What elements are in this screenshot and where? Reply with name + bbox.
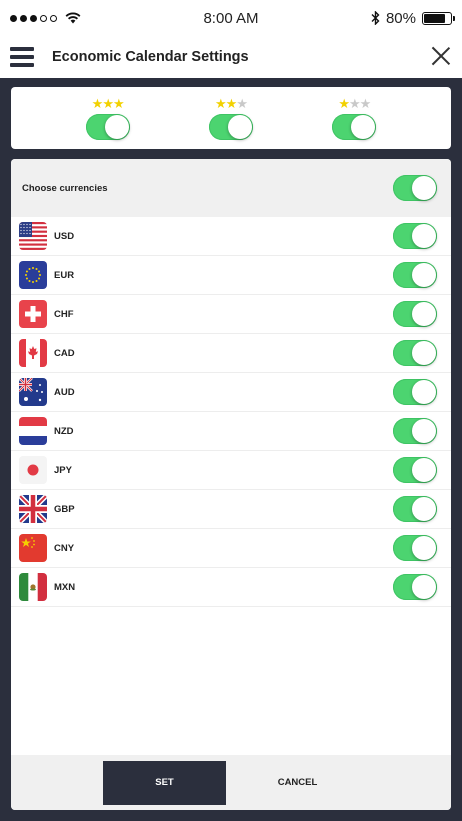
mx-flag-icon	[19, 573, 47, 601]
currency-list: USD EUR CHF CAD AUD NZD JPY GBP CNY MXN	[11, 217, 451, 607]
menu-icon[interactable]	[10, 47, 34, 67]
ch-flag-icon	[19, 300, 47, 328]
impact-2-toggle[interactable]	[208, 113, 253, 140]
currency-row-nzd: NZD	[11, 412, 451, 451]
toggle-knob	[412, 536, 436, 560]
star-icon: ★	[215, 95, 227, 111]
status-bar: 8:00 AM 80%	[0, 0, 462, 36]
us-flag-icon	[19, 222, 47, 250]
star-icon: ★	[348, 95, 361, 111]
impact-3-toggle[interactable]	[332, 113, 377, 140]
currency-gbp-toggle[interactable]	[393, 496, 437, 522]
toggle-knob	[351, 114, 376, 139]
currency-row-aud: AUD	[11, 373, 451, 412]
toggle-knob	[227, 114, 252, 139]
currency-code: USD	[54, 230, 75, 242]
currency-code: CNY	[54, 542, 75, 554]
battery-icon	[422, 11, 455, 25]
currency-cad-toggle[interactable]	[393, 340, 437, 366]
au-flag-icon	[19, 378, 47, 406]
toggle-knob	[412, 575, 436, 599]
currency-code: GBP	[54, 503, 75, 515]
currency-nzd-toggle[interactable]	[393, 418, 437, 444]
currency-row-cny: CNY	[11, 529, 451, 568]
impact-filter-3: ★★★	[332, 95, 377, 140]
toggle-knob	[412, 458, 436, 482]
eu-flag-icon	[19, 261, 47, 289]
currency-code: JPY	[54, 464, 72, 476]
impact-filter-2: ★★★	[208, 95, 253, 140]
currency-row-chf: CHF	[11, 295, 451, 334]
currency-row-usd: USD	[11, 217, 451, 256]
currency-chf-toggle[interactable]	[393, 301, 437, 327]
currency-row-mxn: MXN	[11, 568, 451, 607]
clock: 8:00 AM	[203, 9, 259, 27]
jp-flag-icon	[19, 456, 47, 484]
page-title: Economic Calendar Settings	[52, 49, 249, 65]
toggle-knob	[412, 263, 436, 287]
cn-flag-icon	[19, 534, 47, 562]
choose-currencies-row: Choose currencies	[11, 159, 451, 217]
currency-mxn-toggle[interactable]	[393, 574, 437, 600]
currency-eur-toggle[interactable]	[393, 262, 437, 288]
set-button[interactable]: SET	[103, 760, 226, 805]
impact-stars: ★★★	[91, 95, 125, 111]
toggle-knob	[412, 302, 436, 326]
toggle-knob	[412, 224, 436, 248]
impact-stars: ★★★	[338, 95, 372, 111]
star-icon: ★	[338, 95, 350, 111]
currency-code: AUD	[54, 386, 75, 398]
currency-cny-toggle[interactable]	[393, 535, 437, 561]
toggle-knob	[412, 419, 436, 443]
currency-code: CHF	[54, 308, 74, 320]
currency-row-gbp: GBP	[11, 490, 451, 529]
toggle-knob	[412, 341, 436, 365]
star-icon: ★	[359, 95, 372, 111]
currency-jpy-toggle[interactable]	[393, 457, 437, 483]
ca-flag-icon	[19, 339, 47, 367]
impact-1-toggle[interactable]	[85, 113, 130, 140]
currency-row-eur: EUR	[11, 256, 451, 295]
star-icon: ★	[91, 95, 104, 111]
toggle-knob	[412, 497, 436, 521]
currency-code: CAD	[54, 347, 75, 359]
currency-code: MXN	[54, 581, 76, 593]
footer-bar: SET CANCEL	[11, 755, 451, 810]
currency-code: NZD	[54, 425, 74, 437]
impact-stars: ★★★	[215, 95, 248, 111]
impact-filter-1: ★★★	[85, 95, 130, 140]
cancel-button[interactable]: CANCEL	[236, 761, 359, 805]
nz-flag-icon	[19, 417, 47, 445]
gb-flag-icon	[19, 495, 47, 523]
currency-code: EUR	[54, 269, 75, 281]
star-icon: ★	[236, 95, 248, 111]
currencies-card: Choose currencies USD EUR CHF CAD AUD NZ…	[11, 159, 451, 810]
choose-currencies-label: Choose currencies	[22, 182, 108, 194]
app-header: Economic Calendar Settings	[0, 36, 462, 78]
star-icon: ★	[225, 95, 238, 111]
star-icon: ★	[112, 95, 125, 111]
currency-row-cad: CAD	[11, 334, 451, 373]
toggle-knob	[412, 380, 436, 404]
toggle-knob	[104, 114, 129, 139]
star-icon: ★	[102, 95, 114, 111]
choose-currencies-toggle[interactable]	[393, 175, 437, 201]
currency-row-jpy: JPY	[11, 451, 451, 490]
close-icon[interactable]	[430, 46, 452, 68]
impact-filter-card: ★★★ ★★★ ★★★	[11, 87, 451, 149]
currency-usd-toggle[interactable]	[393, 223, 437, 249]
currency-aud-toggle[interactable]	[393, 379, 437, 405]
